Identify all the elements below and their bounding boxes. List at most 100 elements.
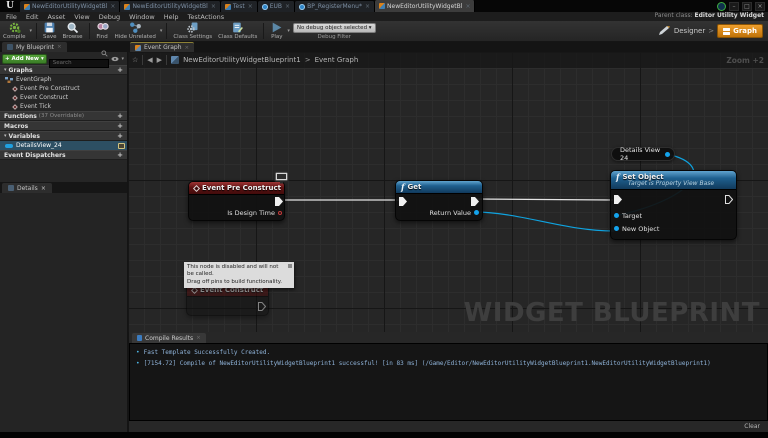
add-function-button[interactable]: +	[117, 112, 123, 120]
close-icon[interactable]: ×	[365, 3, 370, 10]
menu-testactions[interactable]: TestActions	[188, 13, 225, 21]
section-variables[interactable]: ▾ Variables +	[0, 131, 127, 141]
widget-blueprint-icon	[24, 3, 30, 10]
asset-tab-3[interactable]: Test ×	[220, 1, 258, 12]
add-macro-button[interactable]: +	[117, 122, 123, 130]
help-icon[interactable]	[717, 1, 726, 11]
object-output-pin[interactable]	[665, 151, 670, 157]
menu-file[interactable]: File	[6, 13, 17, 21]
compile-log[interactable]: • Fast Template Successfully Created. • …	[129, 343, 768, 421]
node-header: Event Pre Construct	[189, 182, 284, 195]
exec-output-pin[interactable]	[725, 195, 733, 204]
close-icon[interactable]: ×	[248, 3, 253, 10]
section-functions[interactable]: Functions (37 Overridable) +	[0, 111, 127, 121]
node-event-pre-construct[interactable]: Event Pre Construct Is Design Time	[188, 181, 285, 221]
favorite-star-icon[interactable]: ☆	[132, 56, 138, 64]
compile-results-panel: Compile Results × • Fast Template Succes…	[128, 332, 768, 432]
panel-spacer	[0, 160, 127, 182]
exec-output-pin[interactable]	[275, 197, 283, 206]
search-icon	[101, 50, 109, 57]
tree-item-eventgraph[interactable]: EventGraph	[0, 75, 127, 84]
asset-tab-4[interactable]: EUB ×	[257, 1, 296, 12]
exec-input-pin[interactable]	[614, 195, 622, 204]
add-dispatcher-button[interactable]: +	[117, 151, 123, 159]
breadcrumb-current[interactable]: Event Graph	[315, 56, 359, 64]
asset-tab-1[interactable]: NewEditorUtilityWidgetBl ×	[20, 1, 121, 12]
tree-item-event-tick[interactable]: Event Tick	[0, 102, 127, 111]
chevron-down-icon[interactable]: ▾	[160, 28, 163, 34]
node-details-view-24[interactable]: Details View 24	[611, 146, 675, 162]
tab-compile-results[interactable]: Compile Results ×	[132, 333, 206, 343]
menu-edit[interactable]: Edit	[26, 13, 39, 21]
close-icon[interactable]: ×	[285, 3, 290, 10]
class-settings-button[interactable]: Class Settings	[173, 21, 212, 40]
menu-window[interactable]: Window	[129, 13, 155, 21]
tree-item-variable-detailsview[interactable]: DetailsView_24	[0, 141, 127, 150]
asset-tab-2[interactable]: NewEditorUtilityWidgetBl ×	[120, 1, 221, 12]
minimize-button[interactable]: –	[729, 1, 739, 11]
asset-tab-5[interactable]: BP_RegisterMenu* ×	[295, 1, 376, 12]
forward-icon[interactable]: ▶	[157, 56, 162, 64]
menu-help[interactable]: Help	[164, 13, 179, 21]
close-icon[interactable]: ×	[196, 335, 201, 341]
search-input[interactable]	[48, 58, 110, 68]
close-icon[interactable]: ×	[41, 185, 46, 192]
debug-object-dropdown[interactable]: No debug object selected ▾	[292, 22, 376, 33]
menu-view[interactable]: View	[74, 13, 89, 21]
bottom-strip	[0, 432, 768, 438]
clear-button[interactable]: Clear	[744, 423, 760, 430]
graph-button[interactable]: Graph	[717, 24, 763, 38]
restore-button[interactable]: □	[742, 1, 752, 11]
target-input-pin[interactable]	[614, 213, 619, 218]
exec-output-pin[interactable]	[258, 301, 266, 311]
menu-asset[interactable]: Asset	[47, 13, 65, 21]
bool-output-pin[interactable]	[278, 210, 282, 215]
event-graph-canvas[interactable]: ☆ ◀ ▶ NewEditorUtilityWidgetBlueprint1 >…	[128, 52, 768, 332]
widget-blueprint-icon	[224, 3, 231, 10]
parent-class-value[interactable]: Editor Utility Widget	[695, 12, 764, 19]
node-set-object[interactable]: f Set Object Target is Property View Bas…	[610, 170, 737, 240]
tab-event-graph[interactable]: Event Graph ×	[130, 42, 195, 52]
back-icon[interactable]: ◀	[147, 56, 152, 64]
add-graph-button[interactable]: +	[117, 66, 123, 74]
tab-details[interactable]: Details ×	[2, 183, 52, 193]
tree-item-event-construct[interactable]: Event Construct	[0, 93, 127, 102]
compile-button[interactable]: Compile	[3, 21, 26, 40]
exec-input-pin[interactable]	[399, 196, 407, 206]
new-object-input-pin[interactable]	[614, 226, 619, 231]
browse-button[interactable]: Browse	[63, 21, 83, 40]
tree-item-event-pre-construct[interactable]: Event Pre Construct	[0, 84, 127, 93]
class-defaults-button[interactable]: Class Defaults	[218, 21, 257, 40]
section-macros[interactable]: Macros +	[0, 121, 127, 131]
breadcrumb-root[interactable]: NewEditorUtilityWidgetBlueprint1	[183, 56, 301, 64]
close-icon[interactable]: ×	[465, 3, 470, 10]
close-icon[interactable]: ×	[211, 3, 216, 10]
graph-breadcrumb-bar: ☆ ◀ ▶ NewEditorUtilityWidgetBlueprint1 >…	[128, 52, 768, 68]
view-options-button[interactable]: ▾	[111, 56, 125, 62]
details-tab-bar: Details ×	[0, 182, 127, 193]
chevron-down-icon[interactable]: ▾	[30, 28, 33, 34]
close-window-button[interactable]: ×	[755, 1, 765, 11]
section-event-dispatchers[interactable]: Event Dispatchers +	[0, 150, 127, 160]
node-get[interactable]: f Get Return Value	[395, 180, 483, 221]
asset-tab-active[interactable]: NewEditorUtilityWidgetBl ×	[375, 0, 476, 12]
expander-icon[interactable]: ▾	[4, 67, 7, 73]
event-graph-icon	[135, 44, 141, 51]
add-new-button[interactable]: + Add New ▾	[2, 53, 47, 64]
menu-debug[interactable]: Debug	[99, 13, 120, 21]
expander-icon[interactable]: ▾	[4, 133, 7, 139]
instance-editable-eye-icon[interactable]	[118, 142, 125, 149]
close-icon[interactable]: ×	[185, 45, 190, 51]
object-output-pin[interactable]	[474, 210, 479, 215]
add-variable-button[interactable]: +	[117, 132, 123, 140]
node-subtitle: Target is Property View Base	[628, 180, 715, 187]
log-line: • Fast Template Successfully Created.	[136, 349, 271, 356]
play-button[interactable]: Play	[270, 21, 283, 40]
hide-unrelated-button[interactable]: Hide Unrelated	[115, 21, 156, 40]
find-button[interactable]: Find	[96, 21, 109, 40]
save-button[interactable]: Save	[43, 21, 57, 40]
close-icon[interactable]: ×	[110, 3, 115, 10]
designer-button[interactable]: Designer	[674, 27, 705, 35]
exec-output-pin[interactable]	[471, 196, 479, 206]
chevron-down-icon[interactable]: ▾	[287, 28, 290, 34]
